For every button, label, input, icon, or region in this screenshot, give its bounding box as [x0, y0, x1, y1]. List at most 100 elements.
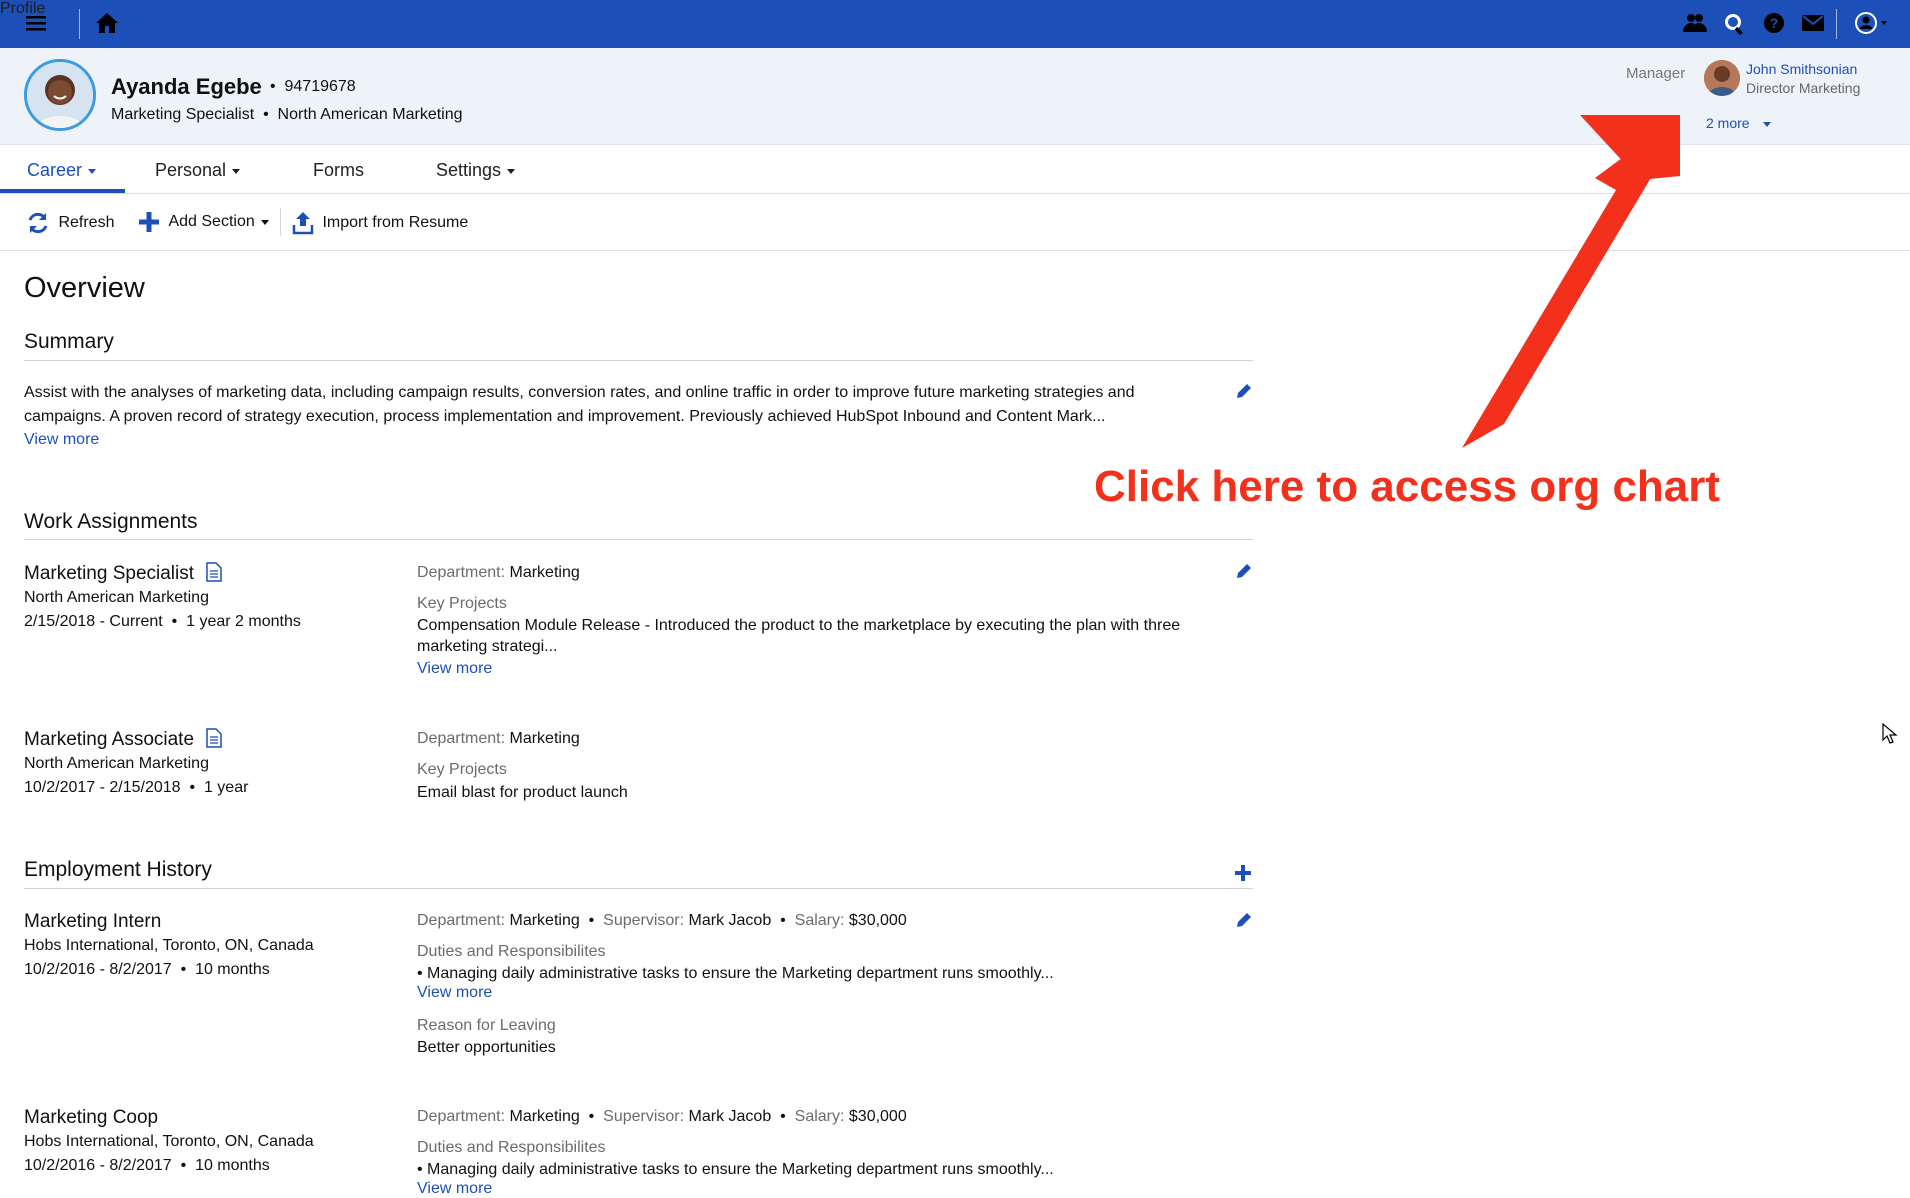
tab-label: Forms [313, 160, 364, 180]
refresh-button[interactable]: Refresh [26, 211, 114, 235]
add-section-label: Add Section [168, 213, 255, 230]
salary-label: Salary: [794, 1108, 845, 1125]
supervisor-label: Supervisor: [603, 912, 685, 929]
employment-dates: 10/2/2016 - 8/2/2017 • 10 months [24, 961, 270, 978]
assignment-dates: 2/15/2018 - Current • 1 year 2 months [24, 613, 301, 630]
active-tab-indicator [0, 189, 125, 193]
bullet-separator: • [775, 1108, 791, 1125]
department-label: Department: [417, 1108, 506, 1125]
assignment-org: North American Marketing [24, 589, 209, 606]
key-projects-text: Compensation Module Release - Introduced… [417, 615, 1237, 657]
employee-id: • 94719678 [270, 78, 356, 95]
summary-line: campaigns. A proven record of strategy e… [24, 408, 1106, 425]
document-icon[interactable] [206, 728, 222, 753]
department-value: Marketing [509, 564, 580, 581]
tab-forms[interactable]: Forms [313, 160, 364, 181]
section-divider [24, 888, 1253, 889]
mouse-cursor-icon [1882, 722, 1898, 750]
salary-value: $30,000 [848, 912, 907, 929]
bullet-separator: • [584, 912, 599, 929]
department-label: Department: [417, 912, 506, 929]
assignment-department: Department: Marketing [417, 561, 580, 585]
leaving-label: Reason for Leaving [417, 1017, 556, 1034]
edit-summary-pencil-icon[interactable] [1235, 382, 1253, 405]
duties-label: Duties and Responsibilites [417, 1139, 606, 1156]
page-title: Profile [0, 0, 46, 17]
department-value: Marketing [509, 730, 580, 747]
summary-view-more-link[interactable]: View more [24, 431, 99, 449]
duties-label: Duties and Responsibilites [417, 943, 606, 960]
chevron-down-icon [507, 168, 516, 174]
employment-details: Department: Marketing • Supervisor: Mark… [417, 909, 907, 933]
duties-text: • Managing daily administrative tasks to… [417, 965, 1054, 982]
work-assignments-heading: Work Assignments [24, 510, 198, 533]
refresh-label: Refresh [58, 214, 115, 231]
manager-name-link[interactable]: John Smithsonian [1746, 61, 1857, 77]
tab-label: Settings [436, 160, 502, 180]
mail-icon[interactable] [1802, 15, 1824, 36]
key-projects-text: Email blast for product launch [417, 784, 628, 801]
duties-text: • Managing daily administrative tasks to… [417, 1161, 1054, 1178]
user-account-icon[interactable] [1855, 12, 1889, 39]
key-projects-label: Key Projects [417, 595, 507, 612]
tab-label: Career [27, 160, 83, 180]
document-icon[interactable] [206, 562, 222, 587]
key-projects-line: Compensation Module Release - Introduced… [417, 617, 1181, 634]
chevron-down-icon [232, 168, 241, 174]
plus-icon [139, 212, 159, 232]
annotation-arrow [1462, 115, 1680, 448]
bullet-separator: • [775, 912, 791, 929]
employment-title: Marketing Intern [24, 911, 162, 932]
employment-details: Department: Marketing • Supervisor: Mark… [417, 1105, 907, 1129]
add-employment-plus-icon[interactable] [1234, 864, 1252, 887]
department-label: Department: [417, 564, 506, 581]
assignment-department: Department: Marketing [417, 727, 580, 751]
avatar [24, 59, 96, 131]
help-icon[interactable]: ? [1763, 12, 1785, 39]
tab-settings[interactable]: Settings [436, 160, 516, 181]
chevron-down-icon [1763, 121, 1772, 127]
more-managers-dropdown[interactable]: 2 more [1706, 115, 1772, 131]
org-chart-icon[interactable] [1683, 12, 1707, 39]
employment-title: Marketing Coop [24, 1107, 159, 1128]
summary-text: Assist with the analyses of marketing da… [24, 381, 1224, 429]
assignment-org: North American Marketing [24, 755, 209, 772]
tab-personal[interactable]: Personal [155, 160, 241, 181]
tab-career[interactable]: Career [27, 160, 97, 181]
refresh-icon [28, 212, 48, 234]
add-section-button[interactable]: Add Section [138, 211, 269, 233]
chevron-down-icon [260, 219, 269, 225]
assignment-title: Marketing Associate [24, 729, 195, 750]
supervisor-label: Supervisor: [603, 1108, 685, 1125]
manager-avatar[interactable] [1704, 60, 1740, 96]
search-icon[interactable] [1724, 13, 1746, 40]
summary-line: Assist with the analyses of marketing da… [24, 384, 1135, 401]
manager-title: Director Marketing [1746, 80, 1861, 96]
assignment-dates: 10/2/2017 - 2/15/2018 • 1 year [24, 779, 249, 796]
salary-label: Salary: [794, 912, 845, 929]
tab-label: Personal [155, 160, 227, 180]
salary-value: $30,000 [848, 1108, 907, 1125]
employment-history-heading: Employment History [24, 858, 212, 881]
department-label: Department: [417, 730, 506, 747]
bullet-separator: • [584, 1108, 599, 1125]
topbar-divider [1836, 9, 1837, 39]
employment-view-more-link[interactable]: View more [417, 1180, 492, 1198]
section-title-overview: Overview [24, 272, 145, 304]
annotation-callout: Click here to access org chart [1094, 462, 1721, 511]
employee-name: Ayanda Egebe [111, 74, 262, 99]
edit-employment-pencil-icon[interactable] [1235, 911, 1253, 934]
key-projects-line: marketing strategi... [417, 638, 558, 655]
supervisor-value: Mark Jacob [688, 1108, 772, 1125]
department-value: Marketing [509, 912, 580, 929]
supervisor-value: Mark Jacob [688, 912, 772, 929]
key-projects-label: Key Projects [417, 761, 507, 778]
assignment-view-more-link[interactable]: View more [417, 660, 492, 678]
employment-dates: 10/2/2016 - 8/2/2017 • 10 months [24, 1157, 270, 1174]
chevron-down-icon [88, 168, 97, 174]
edit-assignment-pencil-icon[interactable] [1235, 562, 1253, 585]
employment-view-more-link[interactable]: View more [417, 984, 492, 1002]
section-divider [24, 539, 1253, 540]
import-resume-button[interactable]: Import from Resume [292, 211, 468, 235]
summary-heading: Summary [24, 330, 114, 353]
